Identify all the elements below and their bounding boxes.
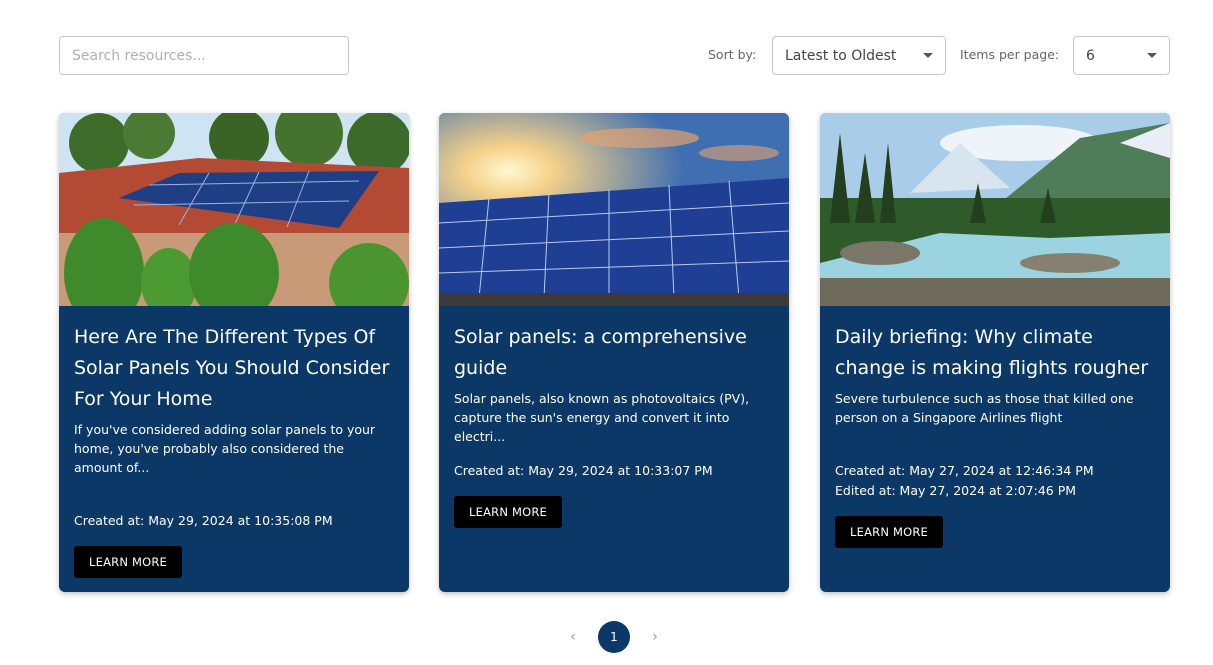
card-description: Severe turbulence such as those that kil… [835, 391, 1134, 425]
card-title: Solar panels: a comprehensive guide [454, 326, 747, 379]
chevron-left-icon[interactable]: ‹ [566, 629, 580, 645]
items-per-page-value: 6 [1086, 47, 1095, 64]
card-description: Solar panels, also known as photovoltaic… [454, 391, 750, 444]
sort-select[interactable]: Latest to Oldest [772, 36, 946, 75]
learn-more-button[interactable]: LEARN MORE [74, 546, 183, 578]
card-edited-date: Edited at: May 27, 2024 at 2:07:46 PM [835, 483, 1077, 498]
card-description: If you've considered adding solar panels… [74, 422, 376, 475]
card-created-date: Created at: May 29, 2024 at 10:33:07 PM [454, 463, 713, 478]
card-created-date: Created at: May 27, 2024 at 12:46:34 PM [835, 463, 1094, 478]
items-per-page-label: Items per page: [960, 47, 1060, 62]
card-image-rooftop-solar [59, 113, 409, 306]
sort-label: Sort by: [708, 47, 757, 62]
learn-more-button[interactable]: LEARN MORE [454, 496, 563, 528]
card-created-date: Created at: May 29, 2024 at 10:35:08 PM [74, 513, 333, 528]
pagination: ‹ 1 › [566, 621, 662, 653]
card-title: Here Are The Different Types Of Solar Pa… [74, 326, 390, 410]
card-title: Daily briefing: Why climate change is ma… [835, 326, 1149, 379]
chevron-down-icon [923, 53, 933, 58]
card-image-solar-panels-sun [439, 113, 789, 306]
learn-more-button[interactable]: LEARN MORE [835, 516, 944, 548]
chevron-right-icon[interactable]: › [648, 629, 662, 645]
resources-page: Sort by: Latest to Oldest Items per page… [0, 0, 1213, 665]
resource-card: Here Are The Different Types Of Solar Pa… [59, 113, 409, 592]
sort-select-value: Latest to Oldest [785, 47, 897, 64]
resource-card: Daily briefing: Why climate change is ma… [820, 113, 1170, 592]
search-input[interactable] [59, 36, 349, 75]
chevron-down-icon [1147, 53, 1157, 58]
card-image-mountain-river [820, 113, 1170, 306]
resource-card: Solar panels: a comprehensive guide Sola… [439, 113, 789, 592]
items-per-page-select[interactable]: 6 [1073, 36, 1170, 75]
page-button-current[interactable]: 1 [598, 621, 630, 653]
